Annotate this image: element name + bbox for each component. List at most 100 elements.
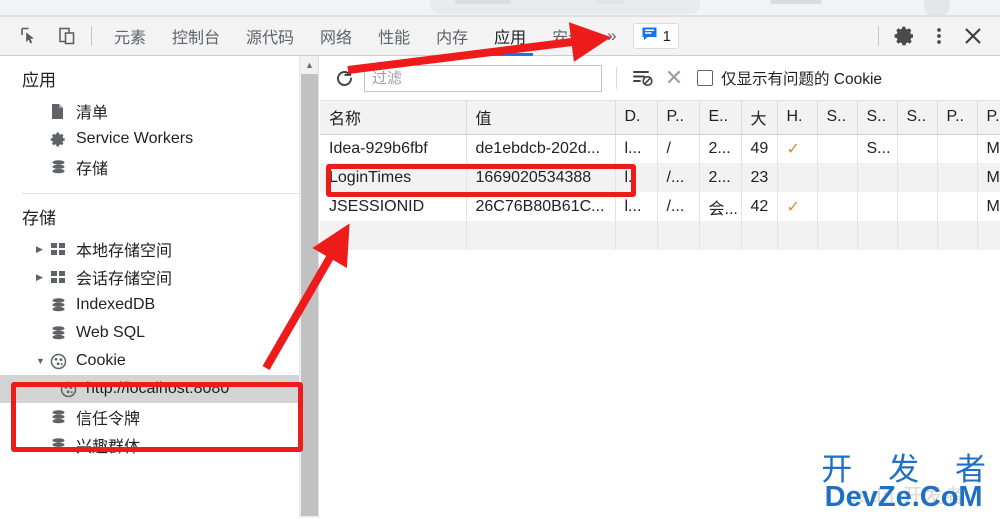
sidebar-item-manifest[interactable]: 清单 bbox=[0, 97, 299, 125]
sidebar-item-session-storage[interactable]: ▶ 会话存储空间 bbox=[0, 263, 299, 291]
column-header-secure[interactable]: S.. bbox=[817, 101, 858, 135]
sidebar-item-label: IndexedDB bbox=[76, 296, 156, 313]
sidebar-item-storage[interactable]: 存储 bbox=[0, 153, 299, 181]
expand-arrow-expanded-icon[interactable]: ▼ bbox=[36, 356, 50, 366]
cell-domain: l... bbox=[615, 192, 658, 221]
tab-label: 性能 bbox=[378, 30, 411, 47]
tab-security[interactable]: 安全 bbox=[539, 17, 597, 56]
column-header-name[interactable]: 名称 bbox=[320, 101, 467, 135]
sidebar-group-storage: 存储 ▶ 本地存储空间 ▶ 会话存储空间 IndexedDB Web SQL ▼… bbox=[0, 194, 299, 465]
tab-console[interactable]: 控制台 bbox=[159, 17, 233, 56]
sidebar-scrollbar[interactable]: ▲ bbox=[300, 56, 319, 518]
table-row[interactable]: LoginTimes 1669020534388 l.. /... 2... 2… bbox=[320, 163, 1000, 192]
sidebar-group-title: 应用 bbox=[22, 71, 56, 90]
cell-name: JSESSIONID bbox=[320, 192, 467, 221]
only-issues-checkbox-row[interactable]: 仅显示有问题的 Cookie bbox=[697, 67, 882, 89]
cell-path: / bbox=[657, 134, 700, 163]
cell-name: Idea-929b6fbf bbox=[320, 134, 467, 163]
sidebar-item-label: 会话存储空间 bbox=[76, 271, 173, 288]
expand-arrow-collapsed-icon[interactable]: ▶ bbox=[36, 244, 50, 255]
ghost-bar-2 bbox=[595, 0, 625, 4]
cell-value: 26C76B80B61C... bbox=[466, 192, 616, 221]
tab-label: 应用 bbox=[494, 30, 527, 47]
cell-expires: 2... bbox=[699, 163, 742, 192]
sidebar-item-label: 兴趣群体 bbox=[76, 439, 141, 456]
tab-label: 源代码 bbox=[246, 30, 295, 47]
only-issues-label: 仅显示有问题的 Cookie bbox=[721, 71, 883, 88]
tab-label: 网络 bbox=[320, 30, 353, 47]
cell-priority: M... bbox=[977, 192, 1000, 221]
cell-samesite bbox=[857, 192, 898, 221]
sidebar-item-cookie-origin[interactable]: http://localhost:8080 bbox=[0, 375, 299, 403]
issues-count: 1 bbox=[662, 27, 671, 45]
clear-filter-icon[interactable] bbox=[629, 64, 657, 92]
tab-memory[interactable]: 内存 bbox=[423, 17, 481, 56]
tab-label: 控制台 bbox=[172, 30, 221, 47]
device-toolbar-icon[interactable] bbox=[52, 21, 82, 51]
sidebar-item-cookie[interactable]: ▼ Cookie bbox=[0, 347, 299, 375]
issues-button[interactable]: 1 bbox=[632, 23, 679, 49]
expand-arrow-collapsed-icon[interactable]: ▶ bbox=[36, 272, 50, 283]
cookies-table-container[interactable]: 名称 值 D. P.. E.. 大 H. S.. S.. S.. P.. P. … bbox=[320, 101, 1000, 518]
tab-elements[interactable]: 元素 bbox=[101, 17, 159, 56]
right-divider bbox=[878, 26, 879, 46]
sidebar-item-trust-tokens[interactable]: 信任令牌 bbox=[0, 403, 299, 431]
clear-all-x-icon[interactable]: ✕ bbox=[657, 64, 691, 92]
column-header-httponly[interactable]: H. bbox=[777, 101, 818, 135]
table-grid-icon bbox=[50, 242, 72, 256]
only-issues-checkbox[interactable] bbox=[697, 70, 713, 86]
column-header-expires[interactable]: E.. bbox=[699, 101, 742, 135]
cell-size: 49 bbox=[741, 134, 778, 163]
column-header-path[interactable]: P.. bbox=[657, 101, 700, 135]
tab-application[interactable]: 应用 bbox=[481, 17, 539, 56]
cell-samesite: S... bbox=[857, 134, 898, 163]
table-row[interactable]: Idea-929b6fbf de1ebdcb-202d... l... / 2.… bbox=[320, 134, 1000, 163]
application-sidebar: 应用 清单 Service Workers 存储 存储 ▶ 本地存储空间 ▶ 会… bbox=[0, 56, 300, 518]
cell-domain: l.. bbox=[615, 163, 658, 192]
column-header-value[interactable]: 值 bbox=[466, 101, 616, 135]
cell-name: LoginTimes bbox=[320, 163, 467, 192]
tab-network[interactable]: 网络 bbox=[307, 17, 365, 56]
database-icon bbox=[50, 159, 72, 176]
column-header-domain[interactable]: D. bbox=[615, 101, 658, 135]
cell-size: 23 bbox=[741, 163, 778, 192]
scroll-up-arrow-icon[interactable]: ▲ bbox=[300, 56, 319, 73]
cookies-table: 名称 值 D. P.. E.. 大 H. S.. S.. S.. P.. P. … bbox=[320, 101, 1000, 250]
column-header-samepartykey[interactable]: S.. bbox=[897, 101, 938, 135]
cell-domain: l... bbox=[615, 134, 658, 163]
cell-path: /... bbox=[657, 192, 700, 221]
sidebar-item-label: 本地存储空间 bbox=[76, 243, 173, 260]
column-header-size[interactable]: 大 bbox=[741, 101, 778, 135]
filter-input[interactable] bbox=[364, 64, 602, 92]
column-header-samesite[interactable]: S.. bbox=[857, 101, 898, 135]
inspect-cursor-icon[interactable] bbox=[14, 21, 44, 51]
toolbar-divider bbox=[91, 26, 92, 46]
sidebar-item-local-storage[interactable]: ▶ 本地存储空间 bbox=[0, 235, 299, 263]
kebab-menu-icon[interactable] bbox=[922, 19, 956, 53]
tab-label: 安全 bbox=[552, 30, 585, 47]
table-row[interactable]: JSESSIONID 26C76B80B61C... l... /... 会..… bbox=[320, 192, 1000, 221]
column-header-priority[interactable]: P. bbox=[977, 101, 1000, 135]
table-empty-row bbox=[320, 221, 1000, 250]
cell-samesite bbox=[857, 163, 898, 192]
cell-partitionkey bbox=[937, 163, 978, 192]
sidebar-group-application: 应用 清单 Service Workers 存储 bbox=[0, 56, 299, 187]
cookies-panel: ✕ 仅显示有问题的 Cookie 名称 值 D. P.. E.. 大 bbox=[320, 56, 1000, 518]
issues-message-icon bbox=[641, 26, 658, 47]
sidebar-item-label: 存储 bbox=[76, 161, 109, 178]
sidebar-item-web-sql[interactable]: Web SQL bbox=[0, 319, 299, 347]
gear-icon[interactable] bbox=[888, 19, 922, 53]
more-tabs-chevron-icon[interactable]: » bbox=[597, 26, 626, 46]
sidebar-item-interest-groups[interactable]: 兴趣群体 bbox=[0, 431, 299, 459]
refresh-icon[interactable] bbox=[328, 62, 360, 94]
scrollbar-thumb[interactable] bbox=[301, 74, 318, 516]
cell-samepartykey bbox=[897, 163, 938, 192]
sidebar-item-service-workers[interactable]: Service Workers bbox=[0, 125, 299, 153]
cell-expires: 2... bbox=[699, 134, 742, 163]
sidebar-item-indexeddb[interactable]: IndexedDB bbox=[0, 291, 299, 319]
tab-sources[interactable]: 源代码 bbox=[233, 17, 307, 56]
table-grid-icon bbox=[50, 270, 72, 284]
tab-performance[interactable]: 性能 bbox=[365, 17, 423, 56]
close-icon[interactable] bbox=[956, 19, 990, 53]
column-header-partitionkey[interactable]: P.. bbox=[937, 101, 978, 135]
